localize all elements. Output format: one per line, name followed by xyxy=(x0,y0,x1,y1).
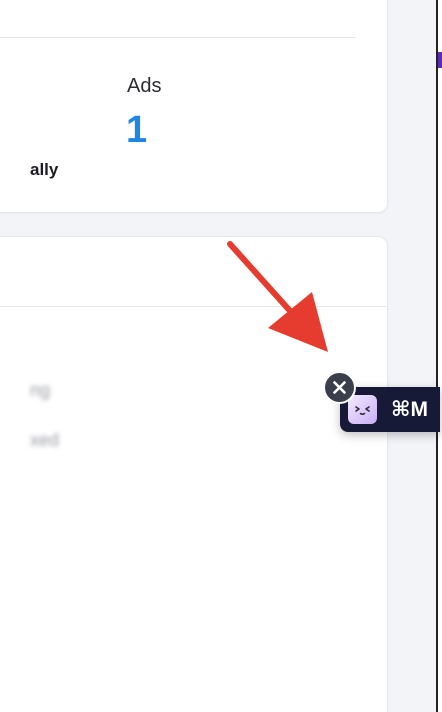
page: Ads 1 ally ng xed ⌘M xyxy=(0,0,442,712)
card-divider xyxy=(0,37,356,38)
shortcut-label: ⌘M xyxy=(391,398,428,421)
assistant-widget[interactable]: ⌘M xyxy=(340,387,440,432)
rail-accent-mark xyxy=(438,52,442,68)
close-widget-button[interactable] xyxy=(323,371,356,404)
ads-stat-value[interactable]: 1 xyxy=(126,109,147,152)
blurred-text-line: xed xyxy=(30,430,60,450)
window-edge-rail xyxy=(436,0,442,712)
stats-card: Ads 1 xyxy=(0,0,388,213)
truncated-bold-text: ally xyxy=(30,160,59,179)
blurred-text-line: ng xyxy=(30,380,51,400)
content-card xyxy=(0,236,388,712)
ads-stat-label: Ads xyxy=(127,75,162,97)
card-divider xyxy=(0,306,387,307)
close-icon xyxy=(333,381,346,394)
